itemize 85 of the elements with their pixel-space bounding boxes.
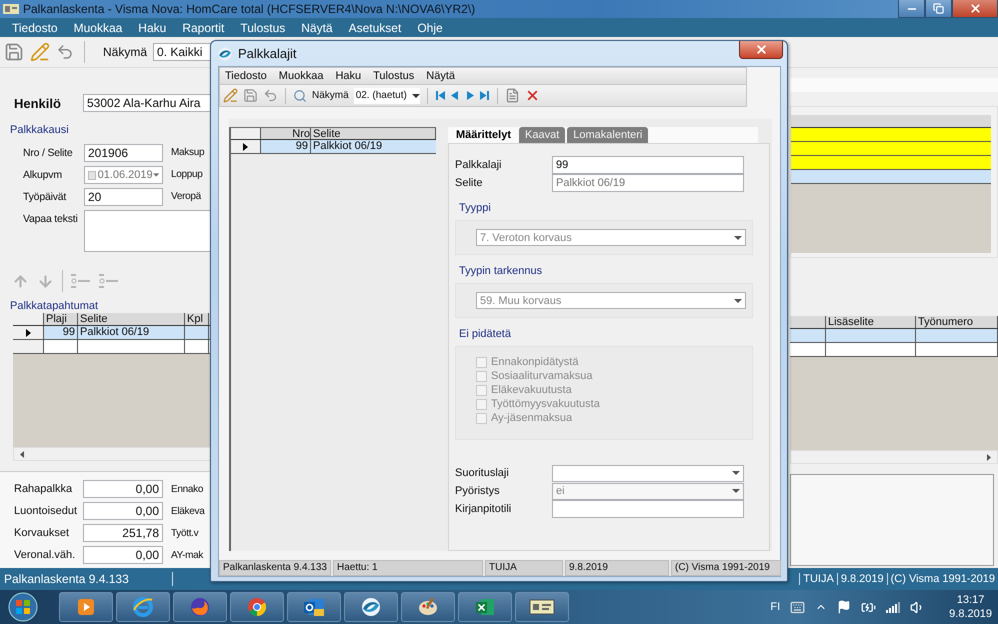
total-label: Tyött.v — [171, 528, 198, 538]
tab[interactable]: Lomakalenteri — [567, 127, 648, 143]
text-field[interactable]: 20 — [84, 188, 163, 206]
column-header[interactable]: Nro — [261, 128, 311, 139]
status-text: 9.8.2019 — [565, 560, 669, 576]
table-cell: 99 — [261, 140, 311, 153]
status-text: TUIJA — [485, 560, 563, 576]
group-title: Tyypin tarkennus — [458, 265, 544, 277]
section-title: Palkkakausi — [9, 124, 70, 136]
section-title: Palkkatapahtumat — [9, 300, 100, 312]
list-row[interactable]: 99 Palkkiot 06/19 — [231, 140, 436, 154]
amount-field[interactable]: 0,00 — [83, 502, 163, 520]
table-row[interactable]: 99 Palkkiot 06/19 — [13, 326, 212, 340]
column-header[interactable]: Lisäselite — [826, 316, 916, 328]
status-text: 9.8.2019 — [836, 573, 887, 585]
status-text: (C) Visma 1991-2019 — [671, 560, 781, 576]
menu-item[interactable]: Näytä — [301, 20, 333, 34]
checkbox-label: Ay-jäsenmaksua — [491, 412, 572, 424]
menu-item[interactable]: Tiedosto — [12, 20, 58, 34]
field-label: Veropä — [171, 191, 201, 202]
amount-field[interactable]: 0,00 — [83, 546, 163, 564]
amount-field[interactable]: 0,00 — [83, 480, 163, 498]
checkbox-label: Ennakonpidätystä — [491, 356, 578, 368]
dialog-title: Palkkalajit — [238, 46, 297, 61]
field-label: Vapaa teksti — [23, 213, 79, 225]
text-field[interactable]: 99 — [552, 156, 744, 174]
field-label: Pyöristys — [455, 485, 501, 497]
field-label: Maksup — [171, 147, 204, 158]
field-label: Suorituslaji — [455, 467, 510, 479]
total-label: Veronal.väh. — [14, 549, 76, 561]
total-label: Luontoisedut — [14, 505, 78, 517]
status-text: TUIJA — [799, 573, 837, 585]
clock[interactable]: 13:17 9.8.2019 — [949, 593, 992, 621]
field-label: Alkupvm — [23, 169, 63, 181]
total-label: AY-mak — [171, 550, 204, 560]
menu-item[interactable]: Muokkaa — [74, 20, 122, 34]
checkbox-label: Sosiaaliturvamaksua — [491, 370, 592, 382]
status-text: Palkanlaskenta 9.4.133 — [0, 572, 173, 586]
column-header[interactable]: Kpl — [185, 313, 209, 325]
menu-item[interactable]: Tulostus — [373, 70, 414, 82]
view-label: Näkymä — [312, 90, 349, 101]
checkbox-label: Työttömyysvakuutusta — [491, 398, 600, 410]
dropdown[interactable]: 7. Veroton korvaus — [476, 229, 746, 246]
menu-item[interactable]: Muokkaa — [278, 70, 324, 82]
column-header[interactable]: Plaji — [44, 313, 78, 325]
column-header[interactable]: Selite — [311, 128, 436, 139]
column-header[interactable]: Työnumero — [916, 316, 998, 328]
tab[interactable]: Kaavat — [519, 127, 566, 143]
table-cell: Palkkiot 06/19 — [78, 326, 185, 339]
total-label: Rahapalkka — [14, 483, 74, 495]
column-header[interactable]: Selite — [78, 313, 185, 325]
field-label: Loppup — [171, 169, 203, 180]
checkbox-label: Eläkevakuutusta — [491, 384, 572, 396]
view-label: Näkymä — [103, 45, 148, 59]
status-text: (C) Visma 1991-2019 — [886, 573, 998, 585]
language-indicator[interactable]: FI — [770, 601, 780, 613]
menu-item[interactable]: Tulostus — [240, 20, 286, 34]
window-title: Palkanlaskenta - Visma Nova: HomCare total (HCFSERVER4\Nova N:\NOVA6\YR2\) — [23, 2, 476, 16]
menu-item[interactable]: Ohje — [417, 20, 443, 34]
menu-item[interactable]: Tiedosto — [225, 70, 267, 82]
total-label: Ennako — [171, 484, 204, 494]
status-text: Palkanlaskenta 9.4.133 — [219, 560, 331, 576]
person-label: Henkilö — [14, 96, 62, 110]
table-cell: 99 — [44, 326, 78, 339]
dropdown[interactable]: 59. Muu korvaus — [476, 292, 746, 309]
menu-item[interactable]: Haku — [138, 20, 166, 34]
table-cell-text: Palkkiot 06/19 — [312, 140, 384, 153]
person-field[interactable]: 53002 Ala-Karhu Aira — [83, 94, 212, 112]
total-label: Eläkeva — [171, 506, 204, 516]
view-select[interactable]: 02. (haetut) — [354, 88, 420, 104]
menu-item[interactable]: Haku — [335, 70, 362, 82]
status-text: Haettu: 1 — [333, 560, 483, 576]
group-title: Tyyppi — [458, 202, 492, 214]
field-label: Työpäivät — [23, 191, 68, 203]
menu-item[interactable]: Asetukset — [348, 20, 402, 34]
field-label: Nro / Selite — [23, 147, 74, 159]
total-label: Korvaukset — [14, 527, 70, 539]
menu-item[interactable]: Raportit — [182, 20, 224, 34]
field-label: Kirjanpitotili — [455, 503, 512, 515]
amount-field[interactable]: 251,78 — [83, 524, 163, 542]
field-label: Palkkalaji — [455, 159, 502, 171]
menu-item[interactable]: Näytä — [426, 70, 456, 82]
field-label: Selite — [455, 177, 484, 189]
group-title: Ei pidätetä — [458, 328, 512, 340]
text-field[interactable]: 201906 — [84, 144, 163, 162]
